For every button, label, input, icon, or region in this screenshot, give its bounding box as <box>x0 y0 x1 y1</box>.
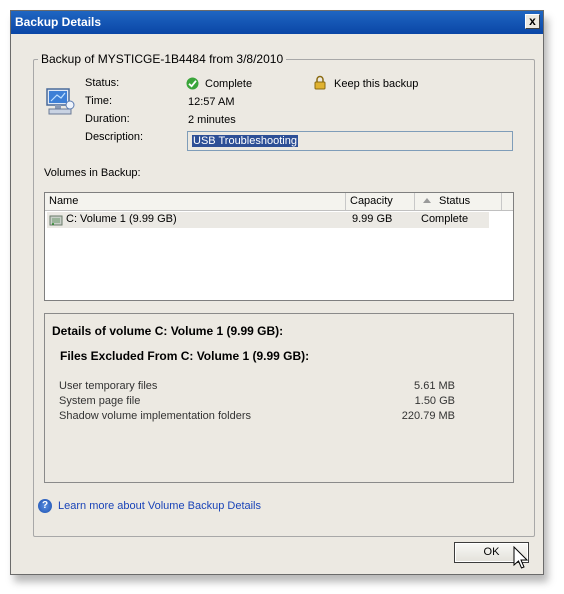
window-title: Backup Details <box>15 15 102 29</box>
status-label: Status: <box>85 77 120 89</box>
lock-icon <box>314 75 326 90</box>
description-label: Description: <box>85 131 144 143</box>
column-header-name[interactable]: Name <box>45 193 346 210</box>
details-title: Details of volume C: Volume 1 (9.99 GB): <box>52 324 284 338</box>
backup-group-title: Backup of MYSTICGE-1B4484 from 3/8/2010 <box>38 52 287 66</box>
duration-value: 2 minutes <box>188 114 236 126</box>
status-value: Complete <box>205 78 253 90</box>
column-status-label: Status <box>439 195 471 207</box>
learn-more-link[interactable]: Learn more about Volume Backup Details <box>58 500 261 512</box>
title-bar[interactable]: Backup Details x <box>11 11 543 34</box>
excluded-item-name: User temporary files <box>59 380 158 392</box>
volumes-list-header: Name Capacity Status <box>45 193 513 211</box>
description-value: USB Troubleshooting <box>192 135 298 147</box>
computer-icon <box>46 88 75 115</box>
sort-up-icon <box>423 198 431 203</box>
close-icon: x <box>529 14 536 28</box>
volumes-list[interactable]: Name Capacity Status C: Volume 1 (9.99 G… <box>44 192 514 301</box>
close-button[interactable]: x <box>525 14 540 29</box>
row-capacity: 9.99 GB <box>352 213 393 225</box>
backup-details-dialog: Backup Details x Backup of MYSTICGE-1B44… <box>10 10 544 575</box>
description-field[interactable]: USB Troubleshooting <box>187 131 513 151</box>
table-row[interactable]: C: Volume 1 (9.99 GB) 9.99 GB Complete <box>47 212 489 228</box>
column-capacity-label: Capacity <box>350 195 393 207</box>
row-name: C: Volume 1 (9.99 GB) <box>66 213 177 225</box>
cursor-icon <box>513 546 529 569</box>
volume-details-panel: Details of volume C: Volume 1 (9.99 GB):… <box>44 313 514 483</box>
row-status: Complete <box>421 213 469 225</box>
column-header-capacity[interactable]: Capacity <box>346 193 415 210</box>
check-icon <box>186 77 199 90</box>
column-name-label: Name <box>49 195 79 207</box>
column-header-status[interactable]: Status <box>415 193 502 210</box>
excluded-files-title: Files Excluded From C: Volume 1 (9.99 GB… <box>60 349 310 363</box>
keep-backup-label[interactable]: Keep this backup <box>334 78 418 90</box>
excluded-item-size: 220.79 MB <box>401 410 455 422</box>
volumes-section-label: Volumes in Backup: <box>44 167 141 179</box>
drive-icon <box>49 215 63 226</box>
ok-button-label: OK <box>483 546 500 558</box>
excluded-item-name: System page file <box>59 395 141 407</box>
time-label: Time: <box>85 95 113 107</box>
time-value: 12:57 AM <box>188 96 235 108</box>
duration-label: Duration: <box>85 113 130 125</box>
help-icon: ? <box>38 499 52 513</box>
excluded-item-size: 5.61 MB <box>414 380 455 392</box>
excluded-item-name: Shadow volume implementation folders <box>59 410 251 422</box>
excluded-item-size: 1.50 GB <box>414 395 455 407</box>
